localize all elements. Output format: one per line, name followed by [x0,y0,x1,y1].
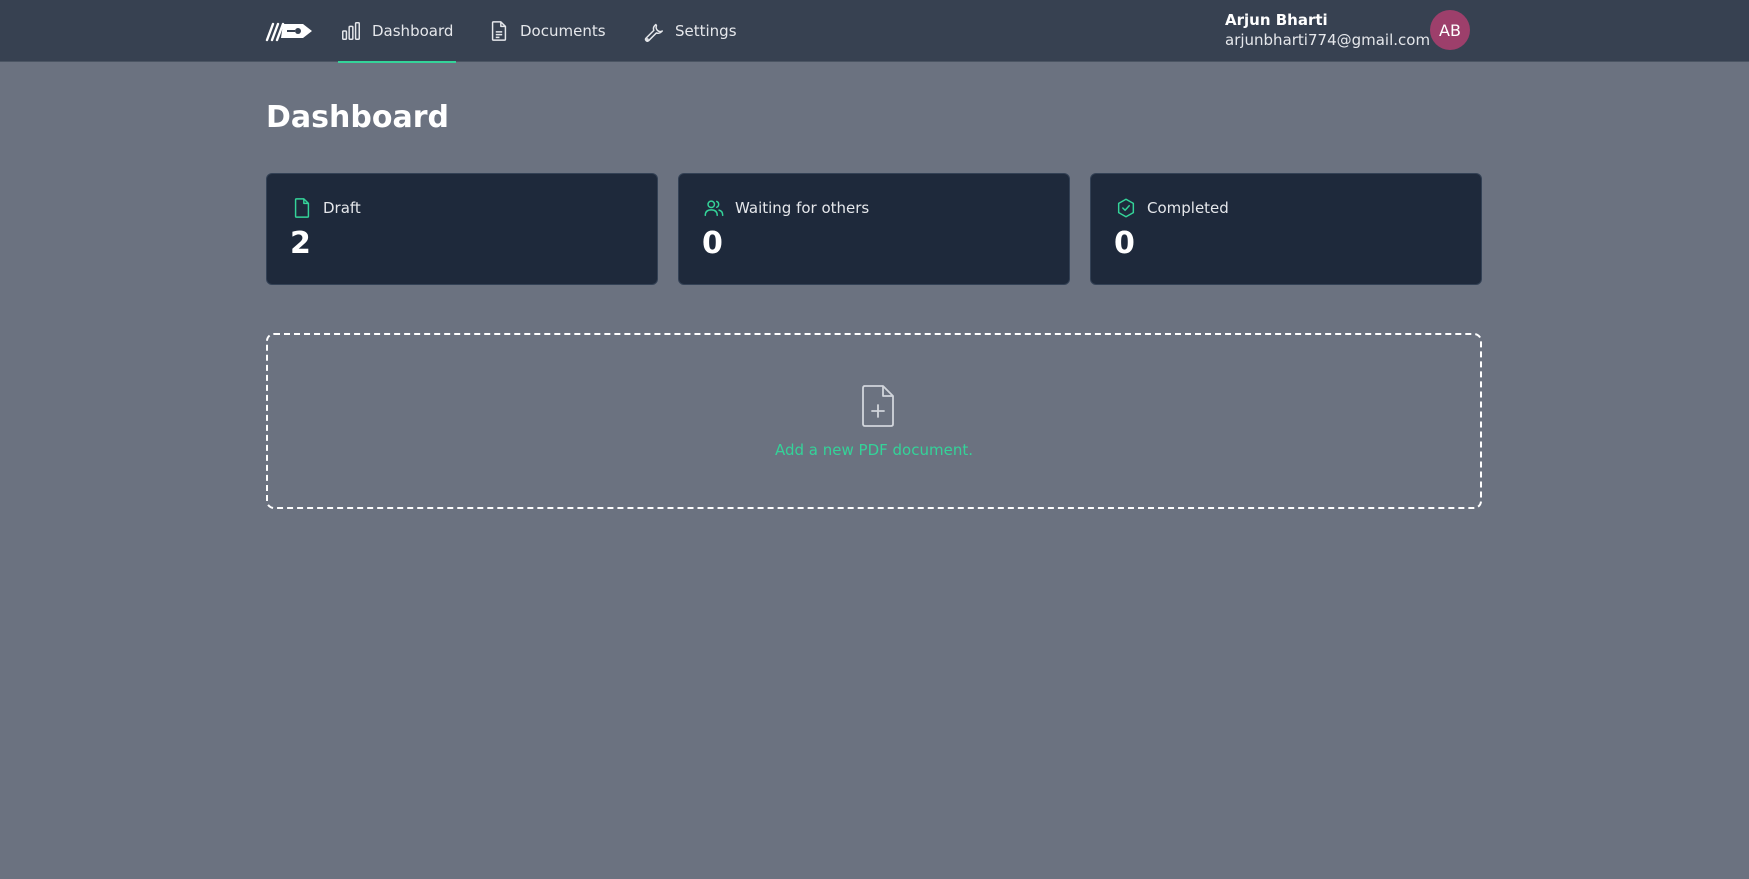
users-icon [704,200,724,217]
stat-value: 0 [1114,226,1135,261]
stat-value: 0 [702,226,723,261]
user-email: arjunbharti774@gmail.com [1225,31,1431,49]
stat-label: Waiting for others [735,199,870,217]
upload-dropzone[interactable]: Add a new PDF document. [266,333,1482,509]
nav-tab-label: Dashboard [372,22,454,40]
badge-check-icon [1117,198,1135,218]
document-icon [491,21,507,41]
nav-tab-label: Settings [675,22,737,40]
app-logo-icon[interactable] [265,18,315,44]
stat-card-header: Completed [1115,197,1229,219]
file-icon [294,198,310,218]
nav-tab-label: Documents [520,22,606,40]
stat-card-header: Draft [291,197,361,219]
stat-card-waiting[interactable]: Waiting for others 0 [678,173,1070,285]
stat-label: Draft [323,199,361,217]
stat-label: Completed [1147,199,1229,217]
nav-tab-documents[interactable]: Documents [488,0,606,62]
top-navigation-bar: Dashboard Documents Settings Arjun Bhart… [0,0,1749,63]
file-plus-icon [862,385,894,427]
stat-card-header: Waiting for others [703,197,869,219]
stat-value: 2 [290,226,311,261]
bar-chart-icon [342,22,360,40]
nav-tab-settings[interactable]: Settings [643,0,737,62]
stat-card-draft[interactable]: Draft 2 [266,173,658,285]
upload-prompt-text: Add a new PDF document. [775,441,973,459]
user-name: Arjun Bharti [1225,11,1328,29]
user-info[interactable]: Arjun Bharti arjunbharti774@gmail.com [1225,10,1430,50]
avatar[interactable]: AB [1430,10,1470,50]
page-title: Dashboard [266,100,449,135]
nav-tab-dashboard[interactable]: Dashboard [338,0,456,63]
stat-card-completed[interactable]: Completed 0 [1090,173,1482,285]
wrench-icon [644,23,663,42]
